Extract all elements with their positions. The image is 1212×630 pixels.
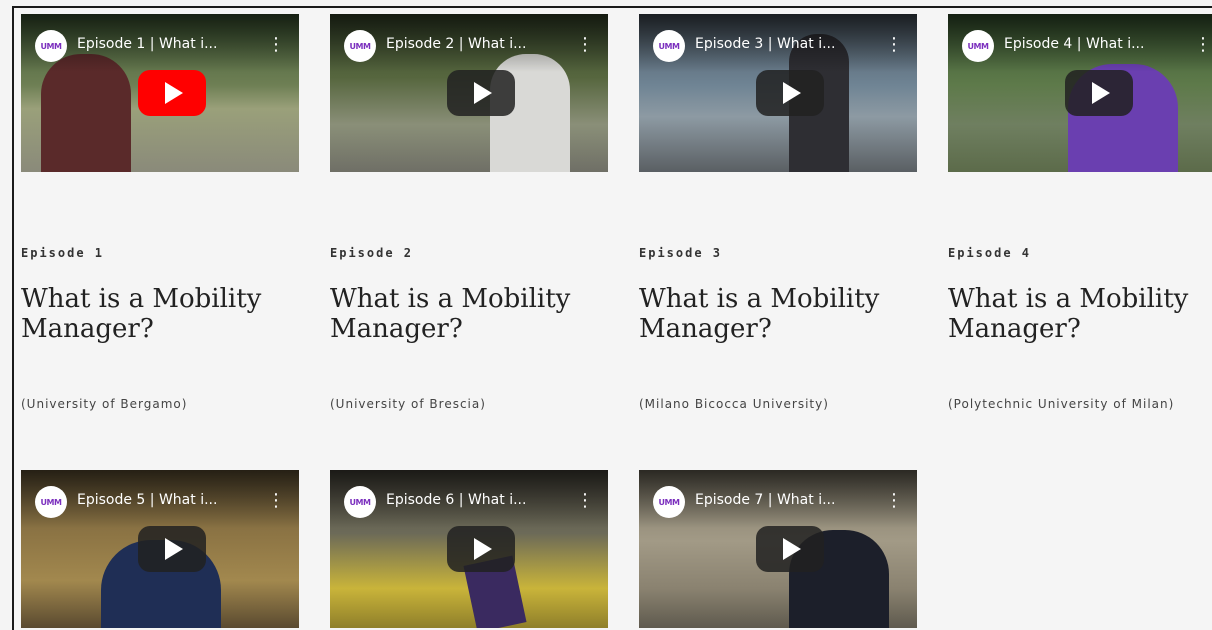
- channel-logo-icon[interactable]: UMM: [344, 486, 376, 518]
- kebab-menu-icon[interactable]: ⋮: [267, 490, 285, 512]
- university-name: (University of Brescia): [330, 397, 486, 411]
- episode-title: What is a Mobility Manager?: [639, 284, 880, 344]
- video-title[interactable]: Episode 2 | What i...: [386, 36, 568, 52]
- video-thumbnail-3[interactable]: UMM Episode 3 | What i... ⋮: [639, 14, 917, 172]
- video-thumbnail-4[interactable]: UMM Episode 4 | What i... ⋮: [948, 14, 1212, 172]
- video-title[interactable]: Episode 3 | What i...: [695, 36, 877, 52]
- kebab-menu-icon[interactable]: ⋮: [1194, 34, 1212, 56]
- university-name: (Milano Bicocca University): [639, 397, 829, 411]
- play-icon[interactable]: [1065, 70, 1133, 116]
- episode-label: Episode 2: [330, 246, 414, 260]
- kebab-menu-icon[interactable]: ⋮: [576, 34, 594, 56]
- video-title[interactable]: Episode 6 | What i...: [386, 492, 568, 508]
- video-thumbnail-6[interactable]: UMM Episode 6 | What i... ⋮: [330, 470, 608, 628]
- episode-label: Episode 4: [948, 246, 1032, 260]
- video-thumbnail-7[interactable]: UMM Episode 7 | What i... ⋮: [639, 470, 917, 628]
- video-thumbnail-2[interactable]: UMM Episode 2 | What i... ⋮: [330, 14, 608, 172]
- episode-title: What is a Mobility Manager?: [948, 284, 1189, 344]
- play-icon[interactable]: [447, 70, 515, 116]
- channel-logo-icon[interactable]: UMM: [962, 30, 994, 62]
- episode-label: Episode 3: [639, 246, 723, 260]
- episode-label: Episode 1: [21, 246, 105, 260]
- university-name: (Polytechnic University of Milan): [948, 397, 1175, 411]
- play-icon[interactable]: [756, 70, 824, 116]
- channel-logo-icon[interactable]: UMM: [344, 30, 376, 62]
- university-name: (University of Bergamo): [21, 397, 188, 411]
- play-icon[interactable]: [138, 70, 206, 116]
- kebab-menu-icon[interactable]: ⋮: [885, 34, 903, 56]
- video-title[interactable]: Episode 4 | What i...: [1004, 36, 1186, 52]
- play-icon[interactable]: [756, 526, 824, 572]
- channel-logo-icon[interactable]: UMM: [653, 486, 685, 518]
- video-thumbnail-5[interactable]: UMM Episode 5 | What i... ⋮: [21, 470, 299, 628]
- channel-logo-icon[interactable]: UMM: [653, 30, 685, 62]
- kebab-menu-icon[interactable]: ⋮: [576, 490, 594, 512]
- video-title[interactable]: Episode 5 | What i...: [77, 492, 259, 508]
- video-gallery: UMM Episode 1 | What i... ⋮ UMM Episode …: [12, 6, 1212, 630]
- play-icon[interactable]: [447, 526, 515, 572]
- episode-title: What is a Mobility Manager?: [21, 284, 262, 344]
- play-icon[interactable]: [138, 526, 206, 572]
- video-thumbnail-1[interactable]: UMM Episode 1 | What i... ⋮: [21, 14, 299, 172]
- channel-logo-icon[interactable]: UMM: [35, 486, 67, 518]
- video-title[interactable]: Episode 1 | What i...: [77, 36, 259, 52]
- kebab-menu-icon[interactable]: ⋮: [267, 34, 285, 56]
- video-title[interactable]: Episode 7 | What i...: [695, 492, 877, 508]
- episode-title: What is a Mobility Manager?: [330, 284, 571, 344]
- kebab-menu-icon[interactable]: ⋮: [885, 490, 903, 512]
- channel-logo-icon[interactable]: UMM: [35, 30, 67, 62]
